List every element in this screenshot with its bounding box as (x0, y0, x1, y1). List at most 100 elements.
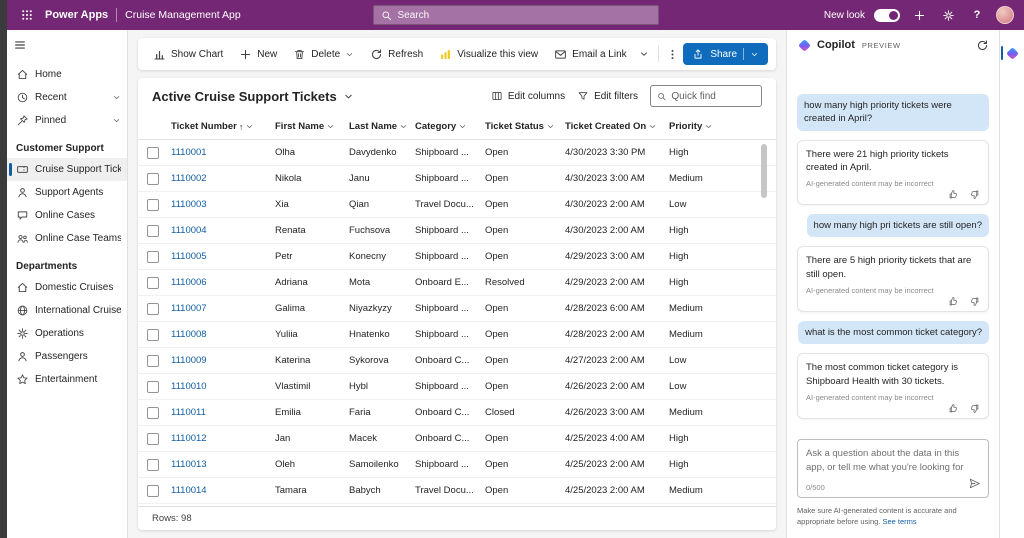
table-row[interactable]: 1110008YuliiaHnatenkoShipboard ...Open4/… (138, 322, 776, 348)
ticket-number-link[interactable]: 1110002 (171, 173, 207, 184)
view-title[interactable]: Active Cruise Support Tickets (152, 89, 337, 104)
avatar[interactable] (996, 6, 1014, 24)
quick-find-input[interactable] (671, 91, 755, 102)
edit-columns-button[interactable]: Edit columns (491, 90, 565, 102)
thumb-down-icon[interactable] (969, 189, 980, 200)
table-row[interactable]: 1110001OlhaDavydenkoShipboard ...Open4/3… (138, 140, 776, 166)
table-row[interactable]: 1110011EmiliaFariaOnboard C...Closed4/26… (138, 400, 776, 426)
see-terms-link[interactable]: See terms (882, 517, 916, 526)
row-checkbox[interactable] (147, 147, 159, 159)
delete-button[interactable]: Delete (286, 42, 361, 66)
commands-overflow-chevron[interactable] (636, 42, 653, 66)
ticket-number-link[interactable]: 1110004 (171, 225, 207, 236)
thumb-down-icon[interactable] (969, 296, 980, 307)
sidebar-item-operations[interactable]: Operations (7, 322, 127, 345)
row-checkbox[interactable] (147, 199, 159, 211)
column-header-first-name[interactable]: First Name (272, 121, 346, 132)
column-header-last-name[interactable]: Last Name (346, 121, 412, 132)
column-header-ticket-number[interactable]: Ticket Number↑ (168, 121, 272, 132)
ticket-number-link[interactable]: 1110010 (171, 381, 207, 392)
row-checkbox[interactable] (147, 459, 159, 471)
new-look-toggle[interactable] (874, 9, 900, 22)
column-header-ticket-status[interactable]: Ticket Status (482, 121, 562, 132)
table-row[interactable]: 1110002NikolaJanuShipboard ...Open4/30/2… (138, 166, 776, 192)
ticket-number-link[interactable]: 1110014 (171, 485, 207, 496)
new-button[interactable]: New (232, 42, 284, 66)
column-header-category[interactable]: Category (412, 121, 482, 132)
copilot-pane-button[interactable] (1000, 40, 1024, 66)
row-checkbox[interactable] (147, 277, 159, 289)
row-checkbox[interactable] (147, 381, 159, 393)
row-checkbox[interactable] (147, 433, 159, 445)
row-checkbox[interactable] (147, 251, 159, 263)
sidebar-item-international-cruises[interactable]: International Cruises (7, 299, 127, 322)
ticket-number-link[interactable]: 1110005 (171, 251, 207, 262)
table-row[interactable]: 1110009KaterinaSykorovaOnboard C...Open4… (138, 348, 776, 374)
table-row[interactable]: 1110006AdrianaMotaOnboard E...Resolved4/… (138, 270, 776, 296)
thumb-up-icon[interactable] (948, 189, 959, 200)
view-selector-chevron-icon[interactable] (343, 91, 354, 102)
row-checkbox[interactable] (147, 303, 159, 315)
add-button[interactable] (909, 5, 929, 25)
sidebar-item-cruise-support-tickets[interactable]: Cruise Support Tickets (7, 158, 127, 181)
copilot-input[interactable]: 0/500 (797, 439, 989, 498)
ticket-number-link[interactable]: 1110009 (171, 355, 207, 366)
row-checkbox[interactable] (147, 329, 159, 341)
row-checkbox[interactable] (147, 173, 159, 185)
sidebar-item-online-cases[interactable]: Online Cases (7, 204, 127, 227)
global-search-input[interactable] (398, 10, 651, 21)
app-launcher-button[interactable] (17, 5, 37, 25)
sidebar-item-recent[interactable]: Recent (7, 86, 127, 109)
sidebar-item-support-agents[interactable]: Support Agents (7, 181, 127, 204)
thumb-up-icon[interactable] (948, 296, 959, 307)
help-button[interactable]: ? (967, 5, 987, 25)
scrollbar-thumb[interactable] (761, 144, 767, 198)
table-row[interactable]: 1110007GalimaNiyazkyzyShipboard ...Open4… (138, 296, 776, 322)
ticket-number-link[interactable]: 1110013 (171, 459, 207, 470)
column-header-priority[interactable]: Priority (666, 121, 748, 132)
quick-find[interactable] (650, 85, 762, 107)
settings-button[interactable] (938, 5, 958, 25)
thumb-up-icon[interactable] (948, 403, 959, 414)
edit-filters-button[interactable]: Edit filters (577, 90, 638, 102)
ticket-number-link[interactable]: 1110007 (171, 303, 207, 314)
ticket-number-link[interactable]: 1110012 (171, 433, 207, 444)
ticket-number-link[interactable]: 1110001 (171, 147, 207, 158)
vertical-scrollbar[interactable] (760, 142, 767, 504)
ticket-number-link[interactable]: 1110011 (171, 407, 206, 418)
table-row[interactable]: 1110013OlehSamoilenkoShipboard ...Open4/… (138, 452, 776, 478)
sidebar-toggle-button[interactable] (13, 38, 27, 52)
email-a-link-button[interactable]: Email a Link (547, 42, 633, 66)
sidebar-item-online-case-teams[interactable]: Online Case Teams (7, 227, 127, 250)
sidebar-item-entertainment[interactable]: Entertainment (7, 368, 127, 391)
ticket-number-link[interactable]: 1110006 (171, 277, 207, 288)
table-row[interactable]: 1110005PetrKonecnyShipboard ...Open4/29/… (138, 244, 776, 270)
refresh-button[interactable]: Refresh (363, 42, 430, 66)
more-commands-button[interactable] (664, 42, 681, 66)
restart-conversation-icon[interactable] (976, 39, 989, 52)
sidebar-item-domestic-cruises[interactable]: Domestic Cruises (7, 276, 127, 299)
send-icon[interactable] (968, 477, 981, 490)
global-search[interactable] (373, 5, 659, 25)
row-checkbox[interactable] (147, 485, 159, 497)
sidebar-item-pinned[interactable]: Pinned (7, 109, 127, 132)
table-row[interactable]: 1110003XiaQianTravel Docu...Open4/30/202… (138, 192, 776, 218)
cell-priority: Low (666, 199, 748, 210)
row-checkbox[interactable] (147, 225, 159, 237)
sidebar-item-passengers[interactable]: Passengers (7, 345, 127, 368)
thumb-down-icon[interactable] (969, 403, 980, 414)
table-row[interactable]: 1110010VlastimilHyblShipboard ...Open4/2… (138, 374, 776, 400)
share-button[interactable]: Share (683, 43, 768, 65)
table-row[interactable]: 1110004RenataFuchsovaShipboard ...Open4/… (138, 218, 776, 244)
sidebar-item-home[interactable]: Home (7, 63, 127, 86)
show-chart-button[interactable]: Show Chart (146, 42, 230, 66)
row-checkbox[interactable] (147, 355, 159, 367)
ticket-number-link[interactable]: 1110008 (171, 329, 207, 340)
visualize-this-view-button[interactable]: Visualize this view (432, 42, 545, 66)
table-row[interactable]: 1110014TamaraBabychTravel Docu...Open4/2… (138, 478, 776, 504)
ticket-number-link[interactable]: 1110003 (171, 199, 207, 210)
table-row[interactable]: 1110012JanMacekOnboard C...Open4/25/2023… (138, 426, 776, 452)
copilot-input-field[interactable] (806, 447, 980, 477)
column-header-ticket-created-on[interactable]: Ticket Created On (562, 121, 666, 132)
row-checkbox[interactable] (147, 407, 159, 419)
